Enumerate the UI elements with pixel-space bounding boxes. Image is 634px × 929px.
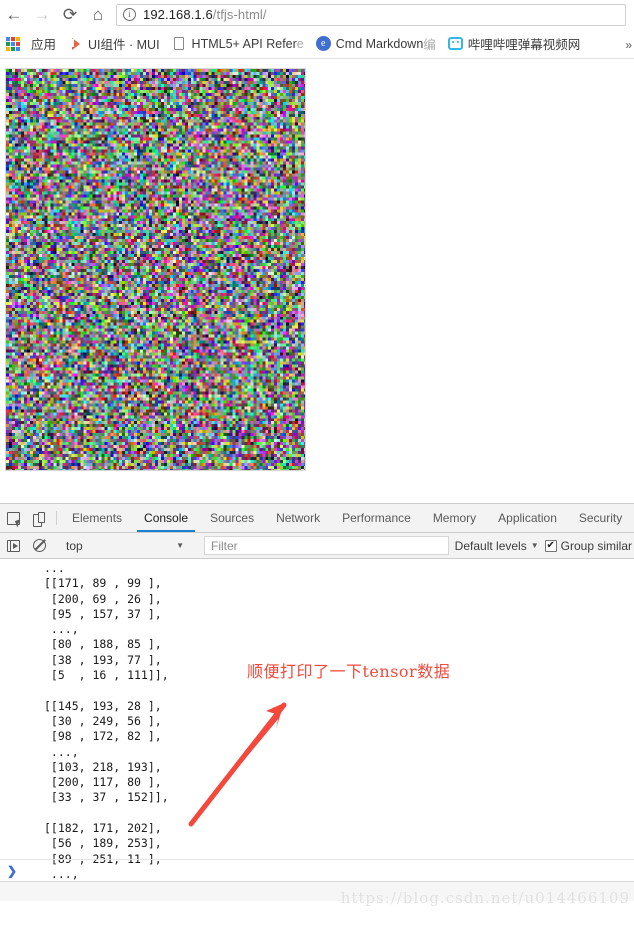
tab-security[interactable]: Security: [568, 504, 633, 532]
apps-grid-icon[interactable]: [6, 37, 20, 51]
arrow-left-icon: ←: [6, 6, 23, 23]
url-path: /tfjs-html/: [213, 7, 267, 22]
console-filter-placeholder: Filter: [211, 539, 238, 553]
execution-context-button[interactable]: [0, 540, 26, 552]
home-button[interactable]: ⌂: [84, 1, 112, 29]
tab-performance[interactable]: Performance: [331, 504, 422, 532]
bookmarks-bar: 应用 UI组件 · MUI HTML5+ API Refer e e Cmd Ma…: [0, 29, 634, 59]
red-arrow-icon: [180, 685, 300, 830]
url-text: 192.168.1.6/tfjs-html/: [143, 7, 267, 22]
info-circle-icon[interactable]: i: [123, 8, 136, 21]
address-bar[interactable]: i 192.168.1.6/tfjs-html/: [116, 4, 626, 26]
bookmark-label: 哔哩哔哩弹幕视频网: [468, 34, 581, 53]
page-viewport: [0, 60, 634, 501]
forward-button[interactable]: →: [28, 1, 56, 29]
bookmark-item-bilibili[interactable]: 哔哩哔哩弹幕视频网: [442, 32, 587, 56]
reload-button[interactable]: ⟳: [56, 1, 84, 29]
devtools-tabbar: Elements Console Sources Network Perform…: [0, 504, 634, 533]
bookmark-item-mui[interactable]: UI组件 · MUI: [62, 32, 166, 56]
chevron-down-icon: ▼: [176, 541, 184, 550]
tab-memory[interactable]: Memory: [422, 504, 487, 532]
device-toolbar-button[interactable]: [26, 504, 52, 532]
annotation-text: 顺便打印了一下tensor数据: [247, 658, 450, 682]
console-filter-input[interactable]: Filter: [204, 536, 449, 555]
device-toolbar-icon: [33, 512, 45, 525]
console-filter-bar: top ▼ Filter Default levels ▼ ✔ Group si…: [0, 533, 634, 559]
bookmark-apps[interactable]: 应用: [20, 32, 62, 56]
group-similar-label: Group similar: [561, 539, 632, 553]
prompt-chevron-icon: ❯: [7, 864, 17, 878]
execution-context-value: top: [66, 539, 83, 553]
bilibili-favicon: [448, 36, 463, 51]
tab-elements[interactable]: Elements: [61, 504, 133, 532]
watermark-text: https://blog.csdn.net/u014466109: [341, 889, 630, 907]
execution-context-select[interactable]: top ▼: [61, 536, 189, 556]
arrow-right-icon: →: [34, 6, 51, 23]
back-button[interactable]: ←: [0, 1, 28, 29]
bookmark-item-cmd-markdown[interactable]: e Cmd Markdown 编: [310, 32, 442, 56]
bookmark-label: UI组件 · MUI: [88, 34, 160, 53]
rgb-noise-canvas: [5, 68, 306, 471]
bookmark-item-html5-api[interactable]: HTML5+ API Refer e: [166, 32, 310, 56]
bookmark-label-truncated: 编: [423, 34, 436, 53]
tab-sources[interactable]: Sources: [199, 504, 265, 532]
clear-console-button[interactable]: [26, 539, 52, 552]
bookmark-label: Cmd Markdown: [336, 37, 424, 51]
log-levels-label: Default levels: [455, 539, 527, 553]
home-icon: ⌂: [93, 6, 103, 23]
bookmark-apps-label: 应用: [31, 34, 56, 53]
console-log-message: ... [[171, 89 , 99 ], [200, 69 , 26 ], […: [44, 561, 169, 901]
log-levels-dropdown[interactable]: Default levels ▼: [455, 539, 545, 553]
group-similar-toggle[interactable]: ✔ Group similar: [545, 539, 634, 553]
console-prompt[interactable]: ❯: [0, 859, 634, 881]
tab-console[interactable]: Console: [133, 504, 199, 532]
execution-context-icon: [7, 540, 20, 552]
chevron-down-icon: ▼: [531, 541, 539, 550]
reload-icon: ⟳: [63, 6, 77, 23]
cmd-markdown-favicon: e: [316, 36, 331, 51]
browser-toolbar: ← → ⟳ ⌂ i 192.168.1.6/tfjs-html/: [0, 0, 634, 29]
bookmark-label-truncated: e: [297, 37, 304, 51]
mui-favicon: [68, 36, 83, 51]
bookmarks-overflow-button[interactable]: »: [625, 38, 632, 52]
tab-application[interactable]: Application: [487, 504, 568, 532]
inspect-element-icon: [7, 512, 20, 525]
clear-console-icon: [33, 539, 46, 552]
checkbox-icon[interactable]: ✔: [545, 540, 557, 552]
inspect-element-button[interactable]: [0, 504, 26, 532]
devtools-panel: Elements Console Sources Network Perform…: [0, 503, 634, 929]
console-output-area[interactable]: ... [[171, 89 , 99 ], [200, 69 , 26 ], […: [0, 559, 634, 901]
tab-network[interactable]: Network: [265, 504, 331, 532]
url-host: 192.168.1.6: [143, 7, 213, 22]
bookmark-label: HTML5+ API Refer: [192, 37, 297, 51]
toolbar-divider: [56, 511, 57, 525]
document-favicon: [172, 36, 187, 51]
